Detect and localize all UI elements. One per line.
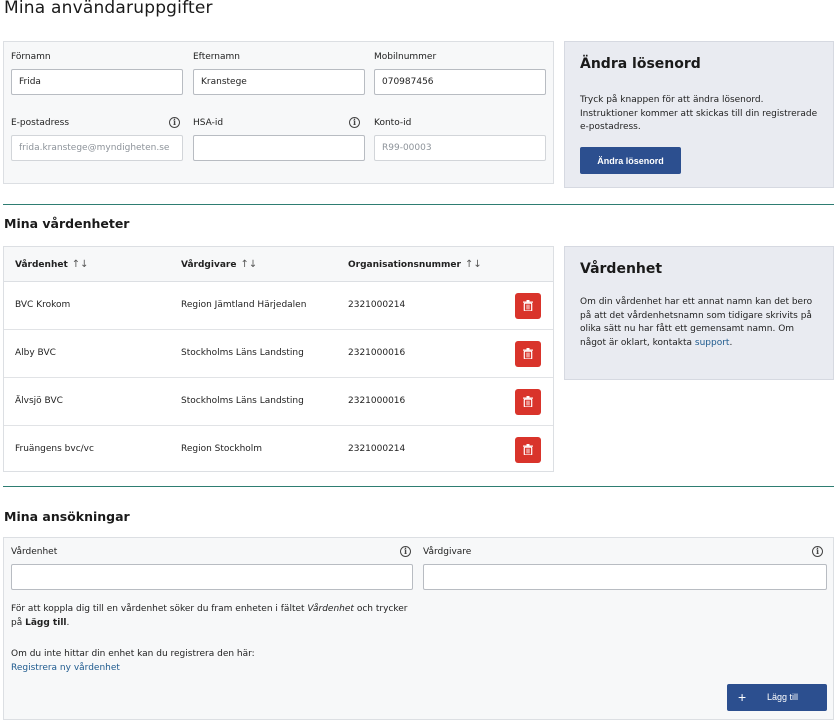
cell-unit: Fruängens bvc/vc (15, 444, 94, 454)
email-label: E-postadress (11, 118, 70, 128)
not-found-text: Om du inte hittar din enhet kan du regis… (11, 649, 255, 659)
unit-search-input[interactable] (11, 564, 413, 590)
cell-unit: BVC Krokom (15, 300, 71, 310)
mobile-label: Mobilnummer (374, 52, 437, 62)
plus-icon: + (738, 689, 747, 705)
trash-icon (523, 444, 533, 455)
cell-org: 2321000214 (348, 300, 406, 310)
cell-provider: Stockholms Läns Landsting (181, 396, 304, 406)
applications-card: Vårdenhet i Vårdgivare i För att koppla … (3, 537, 834, 720)
info-icon[interactable]: i (349, 117, 360, 128)
delete-button[interactable] (515, 341, 541, 367)
change-password-title: Ändra lösenord (580, 56, 701, 72)
section-divider (3, 204, 834, 205)
applications-section-title: Mina ansökningar (4, 509, 130, 524)
cell-org: 2321000016 (348, 348, 406, 358)
support-link[interactable]: support (695, 338, 730, 348)
delete-button[interactable] (515, 437, 541, 463)
page-title: Mina användaruppgifter (4, 0, 213, 18)
info-icon[interactable]: i (400, 546, 411, 557)
unit-info-panel: Vårdenhet Om din vårdenhet har ett annat… (564, 246, 834, 380)
trash-icon (523, 300, 533, 311)
table-row: Fruängens bvc/vc Region Stockholm 232100… (4, 426, 553, 474)
mobile-input[interactable] (374, 69, 546, 95)
applications-instruction: För att koppla dig till en vårdenhet sök… (11, 604, 408, 628)
cell-provider: Region Jämtland Härjedalen (181, 300, 307, 310)
provider-search-input[interactable] (423, 564, 827, 590)
account-id-label: Konto-id (374, 118, 412, 128)
delete-button[interactable] (515, 389, 541, 415)
info-icon[interactable]: i (812, 546, 823, 557)
add-button-label: Lägg till (767, 692, 799, 702)
cell-provider: Region Stockholm (181, 444, 263, 454)
last-name-label: Efternamn (193, 52, 240, 62)
cell-org: 2321000214 (348, 444, 406, 454)
unit-info-title: Vårdenhet (580, 261, 663, 277)
column-header-provider[interactable]: Vårdgivare ↑↓ (181, 259, 257, 270)
table-row: BVC Krokom Region Jämtland Härjedalen 23… (4, 282, 553, 330)
cell-unit: Älvsjö BVC (15, 396, 63, 406)
info-icon[interactable]: i (169, 117, 180, 128)
cell-unit: Alby BVC (15, 348, 56, 358)
section-divider (3, 486, 834, 487)
provider-search-label: Vårdgivare (423, 547, 472, 557)
units-section-title: Mina vårdenheter (4, 216, 130, 231)
units-table: Vårdenhet ↑↓ Vårdgivare ↑↓ Organisationsnu… (3, 246, 554, 472)
column-header-unit[interactable]: Vårdenhet ↑↓ (15, 259, 89, 270)
user-info-card: Förnamn Efternamn Mobilnummer E-postadre… (3, 41, 554, 184)
change-password-text: Tryck på knappen för att ändra lösenord.… (580, 95, 818, 132)
delete-button[interactable] (515, 293, 541, 319)
account-id-input[interactable] (374, 135, 546, 161)
last-name-input[interactable] (193, 69, 365, 95)
trash-icon (523, 348, 533, 359)
sort-icon[interactable]: ↑↓ (240, 259, 257, 270)
change-password-button[interactable]: Ändra lösenord (580, 147, 681, 174)
hsa-id-label: HSA-id (193, 118, 224, 128)
change-password-panel: Ändra lösenord Tryck på knappen för att … (564, 41, 834, 188)
cell-org: 2321000016 (348, 396, 406, 406)
cell-provider: Stockholms Läns Landsting (181, 348, 304, 358)
first-name-input[interactable] (11, 69, 183, 95)
sort-icon[interactable]: ↑↓ (72, 259, 89, 270)
column-header-org[interactable]: Organisationsnummer ↑↓ (348, 259, 482, 270)
hsa-id-input[interactable] (193, 135, 365, 161)
trash-icon (523, 396, 533, 407)
add-button[interactable]: + Lägg till (727, 684, 827, 711)
register-unit-link[interactable]: Registrera ny vårdenhet (11, 661, 120, 675)
first-name-label: Förnamn (11, 52, 51, 62)
table-header: Vårdenhet ↑↓ Vårdgivare ↑↓ Organisationsnu… (4, 247, 553, 282)
unit-info-text: Om din vårdenhet har ett annat namn kan … (580, 297, 813, 348)
email-input[interactable] (11, 135, 183, 161)
sort-icon[interactable]: ↑↓ (465, 259, 482, 270)
unit-search-label: Vårdenhet (11, 547, 58, 557)
table-row: Älvsjö BVC Stockholms Läns Landsting 232… (4, 378, 553, 426)
table-row: Alby BVC Stockholms Läns Landsting 23210… (4, 330, 553, 378)
